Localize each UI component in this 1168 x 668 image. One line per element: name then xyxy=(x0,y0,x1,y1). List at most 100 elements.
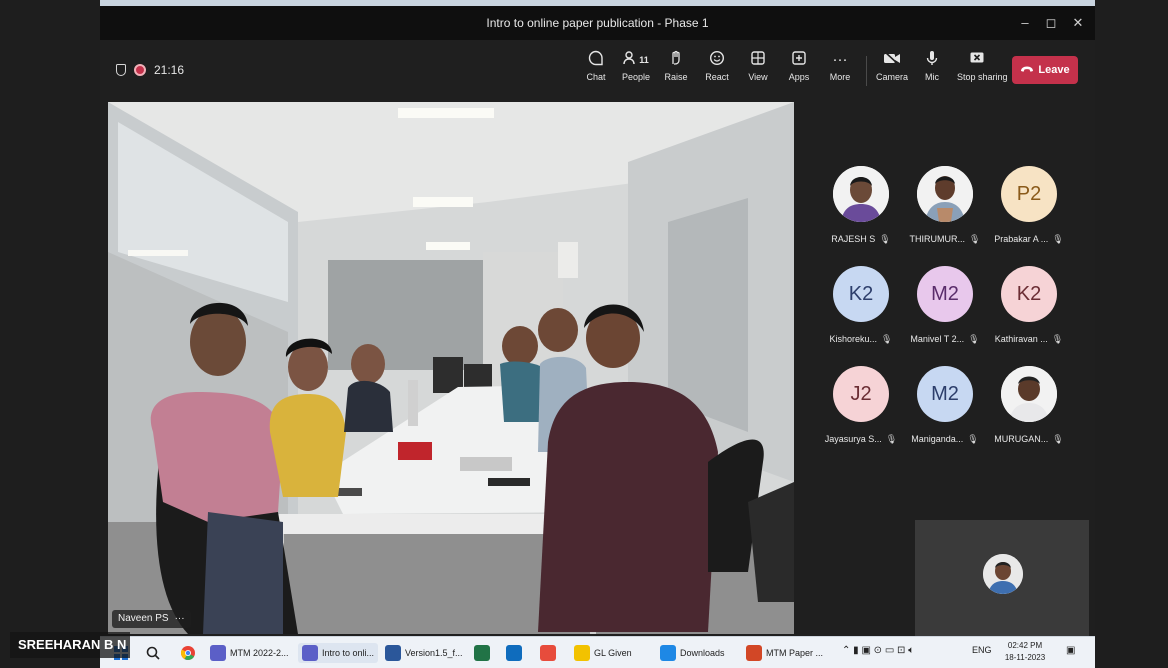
participant-name: RAJESH S xyxy=(831,234,876,244)
mic-icon: 🎙︎ xyxy=(968,334,980,344)
participant-avatar: M2 xyxy=(917,266,973,322)
participant-avatar xyxy=(1001,366,1057,422)
participant-name: Kishoreku... xyxy=(829,334,878,344)
video-speaker-tag: Naveen PS ··· xyxy=(112,610,191,628)
system-tray-icons[interactable]: ⌃ ▮ ▣ ⊙ ▭ ⊡ 🔈︎ xyxy=(842,645,914,656)
folder-icon xyxy=(574,645,590,661)
excel-icon xyxy=(474,645,490,661)
participant-name: MURUGAN... xyxy=(994,434,1049,444)
leave-button[interactable]: Leave xyxy=(1012,56,1078,84)
camera-button[interactable]: Camera xyxy=(872,50,912,92)
smile-icon xyxy=(697,50,737,70)
windows-taskbar: MTM 2022-2... Intro to onli... Version1.… xyxy=(100,636,1095,668)
word-icon xyxy=(385,645,401,661)
more-icon: ··· xyxy=(832,51,848,68)
powerpoint-icon xyxy=(746,645,762,661)
mic-icon: 🎙︎ xyxy=(885,434,898,444)
participant-name: Manivel T 2... xyxy=(910,334,965,344)
maximize-button[interactable]: ◻ xyxy=(1041,14,1061,32)
language-indicator[interactable]: ENG xyxy=(972,645,992,655)
clock-date: 18-11-2023 xyxy=(1004,653,1046,662)
people-count: 11 xyxy=(639,55,649,65)
video-speaker-name: Naveen PS xyxy=(118,613,169,624)
view-button[interactable]: View xyxy=(738,50,778,92)
mic-icon xyxy=(912,50,952,70)
close-button[interactable]: ✕ xyxy=(1068,14,1088,32)
taskbar-item-7[interactable]: Downloads xyxy=(660,643,725,663)
self-avatar xyxy=(983,554,1023,594)
participant-tile[interactable]: THIRUMUR... 🎙︎ xyxy=(900,166,990,261)
participant-name: Manigandа... xyxy=(911,434,964,444)
people-icon: 11 xyxy=(616,50,656,70)
more-button[interactable]: ··· More xyxy=(820,50,860,92)
taskbar-item-2[interactable]: Version1.5_f... xyxy=(385,643,463,663)
taskbar-item-3[interactable] xyxy=(474,643,490,663)
teams-icon xyxy=(302,645,318,661)
participant-tile[interactable]: P2 Prabakar A ... 🎙︎ xyxy=(984,166,1074,261)
participant-avatar: K2 xyxy=(1001,266,1057,322)
react-button[interactable]: React xyxy=(697,50,737,92)
teams-meeting-window: Intro to online paper publication - Phas… xyxy=(100,6,1095,636)
raise-hand-button[interactable]: Raise xyxy=(656,50,696,92)
taskbar-item-8[interactable]: MTM Paper ... xyxy=(746,643,823,663)
mic-button[interactable]: Mic xyxy=(912,50,952,92)
chat-icon xyxy=(576,50,616,70)
chrome-button[interactable] xyxy=(180,643,196,663)
teams-icon xyxy=(210,645,226,661)
participant-tile[interactable]: K2 Kishoreku... 🎙︎ xyxy=(816,266,906,361)
participant-name: THIRUMUR... xyxy=(909,234,966,244)
hand-icon xyxy=(656,50,696,70)
shield-icon xyxy=(116,64,126,76)
taskbar-item-5[interactable] xyxy=(540,643,556,663)
system-clock[interactable]: 02:42 PM 18-11-2023 xyxy=(1000,640,1050,664)
meeting-status: 21:16 xyxy=(116,62,184,78)
mic-icon: 🎙︎ xyxy=(879,234,891,244)
self-view-tile[interactable] xyxy=(915,520,1089,636)
stop-share-icon xyxy=(957,50,997,70)
mic-icon: 🎙︎ xyxy=(1052,234,1064,244)
participant-avatar xyxy=(833,166,889,222)
participant-tile[interactable]: RAJESH S 🎙︎ xyxy=(816,166,906,261)
stop-sharing-button[interactable]: Stop sharing xyxy=(957,50,1008,92)
apps-icon xyxy=(779,50,819,70)
chrome-icon xyxy=(180,646,195,660)
participant-gallery: RAJESH S 🎙︎ THIRUMUR... 🎙︎ P2 Prabakar A .… xyxy=(800,102,1095,522)
title-bar: Intro to online paper publication - Phas… xyxy=(100,6,1095,40)
participant-avatar xyxy=(917,166,973,222)
mic-icon: 🎙︎ xyxy=(881,334,893,344)
meeting-timer: 21:16 xyxy=(154,63,185,77)
participant-tile[interactable]: K2 Kathiravan ... 🎙︎ xyxy=(984,266,1074,361)
taskbar-item-1[interactable]: Intro to onli... xyxy=(298,643,379,663)
participant-name: Jayasurya S... xyxy=(824,434,882,444)
camera-off-icon xyxy=(872,50,912,70)
shared-video: Naveen PS ··· xyxy=(108,102,794,634)
mic-icon: 🎙︎ xyxy=(1051,334,1064,344)
participant-avatar: J2 xyxy=(833,366,889,422)
clock-time: 02:42 PM xyxy=(1007,641,1043,650)
participant-avatar: P2 xyxy=(1001,166,1057,222)
participant-tile[interactable]: J2 Jayasurya S... 🎙︎ xyxy=(816,366,906,461)
participant-avatar: M2 xyxy=(917,366,973,422)
outlook-icon xyxy=(506,645,522,661)
conference-room-photo xyxy=(108,102,794,634)
participant-tile[interactable]: MURUGAN... 🎙︎ xyxy=(984,366,1074,461)
speaker-options-button[interactable]: ··· xyxy=(175,610,185,628)
search-icon xyxy=(146,646,160,660)
mic-icon: 🎙︎ xyxy=(969,234,981,244)
chat-button[interactable]: Chat xyxy=(576,50,616,92)
recording-icon xyxy=(134,64,146,76)
taskbar-item-6[interactable]: GL Given xyxy=(574,643,632,663)
window-title: Intro to online paper publication - Phas… xyxy=(486,16,709,30)
participant-tile[interactable]: M2 Manivel T 2... 🎙︎ xyxy=(900,266,990,361)
taskbar-item-4[interactable] xyxy=(506,643,522,663)
download-icon xyxy=(660,645,676,661)
participant-name: Kathiravan ... xyxy=(994,334,1048,344)
taskbar-item-0[interactable]: MTM 2022-2... xyxy=(210,643,289,663)
notification-icon[interactable]: ▣ xyxy=(1066,645,1075,656)
minimize-button[interactable]: – xyxy=(1015,14,1035,32)
apps-button[interactable]: Apps xyxy=(779,50,819,92)
participant-tile[interactable]: M2 Manigandа... 🎙︎ xyxy=(900,366,990,461)
search-button[interactable] xyxy=(146,643,160,663)
phone-hangup-icon xyxy=(1020,64,1034,76)
people-button[interactable]: 11 People xyxy=(616,50,656,92)
